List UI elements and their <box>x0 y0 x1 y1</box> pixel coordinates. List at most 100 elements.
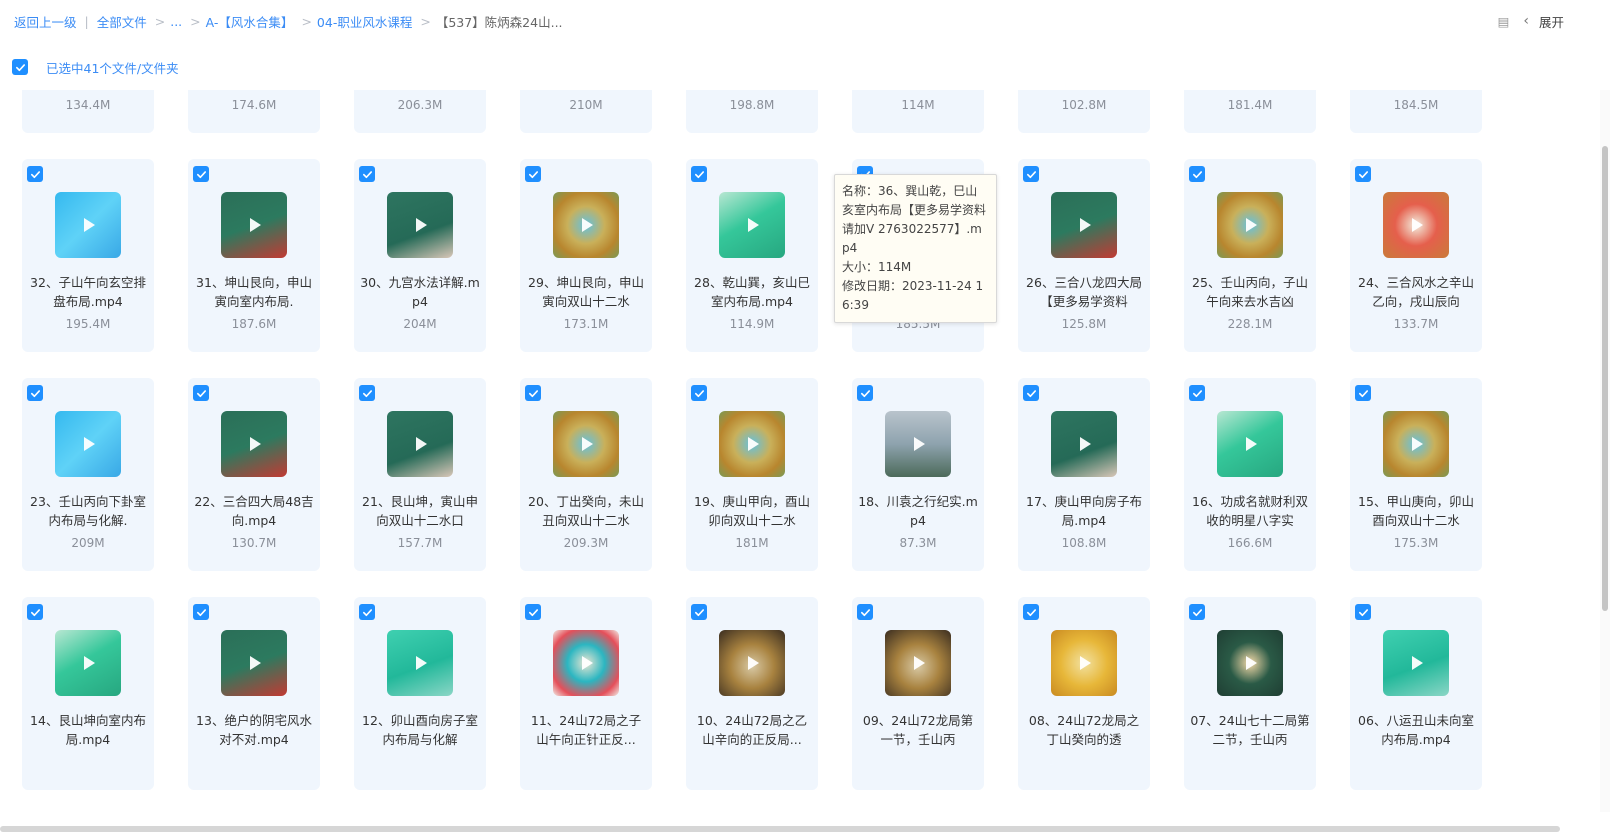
file-checkbox[interactable] <box>1355 385 1371 401</box>
file-name[interactable]: 24、三合风水之辛山乙向，戌山辰向 <box>1356 273 1476 313</box>
crumb-all-files[interactable]: 全部文件 <box>97 12 147 31</box>
file-checkbox[interactable] <box>1023 166 1039 182</box>
file-card[interactable]: 07、24山七十二局第二节，壬山丙 <box>1184 597 1316 790</box>
file-card[interactable]: 34、巽山乾向，巳山亥向双山十二水 181.4M <box>1184 90 1316 133</box>
video-thumbnail[interactable] <box>1051 411 1117 477</box>
file-card[interactable]: 06、八运丑山未向室内布局.mp4 <box>1350 597 1482 790</box>
file-name[interactable]: 19、庚山甲向，酉山卯向双山十二水 <box>692 492 812 532</box>
file-name[interactable]: 15、甲山庚向，卯山酉向双山十二水 <box>1356 492 1476 532</box>
file-card[interactable]: 17、庚山甲向房子布局.mp4 108.8M <box>1018 378 1150 571</box>
file-name[interactable]: 16、功成名就财利双收的明星八字实 <box>1190 492 1310 532</box>
file-card[interactable]: 39、什么是横水局，朝水局，斜水 206.3M <box>354 90 486 133</box>
file-checkbox[interactable] <box>359 385 375 401</box>
file-name[interactable]: 18、川袁之行纪实.mp4 <box>858 492 978 532</box>
file-name[interactable]: 28、乾山巽，亥山巳室内布局.mp4 <box>692 273 812 313</box>
video-thumbnail[interactable] <box>1217 411 1283 477</box>
file-card[interactable]: 28、乾山巽，亥山巳室内布局.mp4 114.9M <box>686 159 818 352</box>
video-thumbnail[interactable] <box>55 411 121 477</box>
video-thumbnail[interactable] <box>55 630 121 696</box>
video-thumbnail[interactable] <box>553 411 619 477</box>
file-name[interactable]: 09、24山72龙局第一节，壬山丙 <box>858 711 978 751</box>
vertical-scroll-thumb[interactable] <box>1602 146 1608 611</box>
file-name[interactable]: 17、庚山甲向房子布局.mp4 <box>1024 492 1144 532</box>
file-card[interactable]: 26、三合八龙四大局【更多易学资料 125.8M <box>1018 159 1150 352</box>
file-checkbox[interactable] <box>857 385 873 401</box>
file-card[interactable]: 24、三合风水之辛山乙向，戌山辰向 133.7M <box>1350 159 1482 352</box>
video-thumbnail[interactable] <box>221 192 287 258</box>
file-checkbox[interactable] <box>1355 604 1371 620</box>
file-name[interactable]: 41、午山子向室内布局与化解.mp4 <box>28 90 148 94</box>
file-name[interactable]: 34、巽山乾向，巳山亥向双山十二水 <box>1190 90 1310 94</box>
file-checkbox[interactable] <box>359 166 375 182</box>
file-card[interactable]: 14、艮山坤向室内布局.mp4 <box>22 597 154 790</box>
file-name[interactable]: 21、艮山坤，寅山申向双山十二水口 <box>360 492 480 532</box>
video-thumbnail[interactable] <box>1383 411 1449 477</box>
file-card[interactable]: 22、三合四大局48吉向.mp4 130.7M <box>188 378 320 571</box>
file-card[interactable]: 18、川袁之行纪实.mp4 87.3M <box>852 378 984 571</box>
video-thumbnail[interactable] <box>387 630 453 696</box>
file-name[interactable]: 33、乙山辛向，辰山戌向双山十二水 <box>1356 90 1476 94</box>
file-card[interactable]: 41、午山子向室内布局与化解.mp4 134.4M <box>22 90 154 133</box>
file-checkbox[interactable] <box>27 166 43 182</box>
file-card[interactable]: 13、绝户的阴宅风水对不对.mp4 <box>188 597 320 790</box>
file-name[interactable]: 40、未山丑向室内布局与化解.mp4 <box>194 90 314 94</box>
file-card[interactable]: 33、乙山辛向，辰山戌向双山十二水 184.5M <box>1350 90 1482 133</box>
file-card[interactable]: 38、什么样的地不宜安葬【更多易学 210M <box>520 90 652 133</box>
expand-button[interactable]: 展开 <box>1539 12 1564 31</box>
file-name[interactable]: 08、24山72龙局之丁山癸向的透 <box>1024 711 1144 751</box>
file-checkbox[interactable] <box>1189 385 1205 401</box>
file-card[interactable]: 12、卯山酉向房子室内布局与化解 <box>354 597 486 790</box>
file-name[interactable]: 26、三合八龙四大局【更多易学资料 <box>1024 273 1144 313</box>
select-all-checkbox[interactable] <box>12 59 28 75</box>
file-name[interactable]: 06、八运丑山未向室内布局.mp4 <box>1356 711 1476 751</box>
file-name[interactable]: 23、壬山丙向下卦室内布局与化解. <box>28 492 148 532</box>
file-checkbox[interactable] <box>1355 166 1371 182</box>
video-thumbnail[interactable] <box>1217 630 1283 696</box>
video-thumbnail[interactable] <box>1217 192 1283 258</box>
video-thumbnail[interactable] <box>387 411 453 477</box>
file-name[interactable]: 37、辛山乙向，戌山辰向双山十二水 <box>692 90 812 94</box>
video-thumbnail[interactable] <box>1051 192 1117 258</box>
file-checkbox[interactable] <box>193 166 209 182</box>
video-thumbnail[interactable] <box>885 630 951 696</box>
file-card[interactable]: 10、24山72局之乙山辛向的正反局... <box>686 597 818 790</box>
file-checkbox[interactable] <box>27 385 43 401</box>
file-card[interactable]: 29、坤山艮向，申山寅向双山十二水 173.1M <box>520 159 652 352</box>
video-thumbnail[interactable] <box>885 411 951 477</box>
file-card[interactable]: 15、甲山庚向，卯山酉向双山十二水 175.3M <box>1350 378 1482 571</box>
file-name[interactable]: 39、什么是横水局，朝水局，斜水 <box>360 90 480 94</box>
video-thumbnail[interactable] <box>719 192 785 258</box>
video-thumbnail[interactable] <box>719 411 785 477</box>
file-checkbox[interactable] <box>525 385 541 401</box>
video-thumbnail[interactable] <box>221 630 287 696</box>
file-checkbox[interactable] <box>193 604 209 620</box>
file-card[interactable]: 32、子山午向玄空排盘布局.mp4 195.4M <box>22 159 154 352</box>
chevron-left-icon[interactable]: ‹ <box>1523 13 1529 29</box>
file-card[interactable]: 08、24山72龙局之丁山癸向的透 <box>1018 597 1150 790</box>
video-thumbnail[interactable] <box>553 630 619 696</box>
video-thumbnail[interactable] <box>1383 630 1449 696</box>
view-toggle-icon[interactable]: ▤ <box>1498 14 1510 29</box>
file-name[interactable]: 13、绝户的阴宅风水对不对.mp4 <box>194 711 314 751</box>
file-name[interactable]: 07、24山七十二局第二节，壬山丙 <box>1190 711 1310 751</box>
file-name[interactable]: 12、卯山酉向房子室内布局与化解 <box>360 711 480 751</box>
file-checkbox[interactable] <box>1023 385 1039 401</box>
vertical-scrollbar[interactable] <box>1600 90 1610 812</box>
video-thumbnail[interactable] <box>553 192 619 258</box>
file-name[interactable]: 36、巽山乾，巳山亥室内布局【更多 <box>858 90 978 94</box>
file-name[interactable]: 31、坤山艮向，申山寅向室内布局. <box>194 273 314 313</box>
file-checkbox[interactable] <box>691 385 707 401</box>
horizontal-scrollbar[interactable] <box>0 812 1610 836</box>
file-checkbox[interactable] <box>359 604 375 620</box>
file-card[interactable]: 21、艮山坤，寅山申向双山十二水口 157.7M <box>354 378 486 571</box>
file-name[interactable]: 11、24山72局之子山午向正针正反... <box>526 711 646 751</box>
file-checkbox[interactable] <box>193 385 209 401</box>
crumb-ellipsis[interactable]: ... <box>170 14 182 29</box>
crumb-folder-fengshui[interactable]: A-【风水合集】 <box>206 12 294 31</box>
file-card[interactable]: 11、24山72局之子山午向正针正反... <box>520 597 652 790</box>
file-card[interactable]: 09、24山72龙局第一节，壬山丙 <box>852 597 984 790</box>
file-card[interactable]: 40、未山丑向室内布局与化解.mp4 174.6M <box>188 90 320 133</box>
file-checkbox[interactable] <box>525 604 541 620</box>
file-card[interactable]: 19、庚山甲向，酉山卯向双山十二水 181M <box>686 378 818 571</box>
file-card[interactable]: 20、丁出癸向，未山丑向双山十二水 209.3M <box>520 378 652 571</box>
